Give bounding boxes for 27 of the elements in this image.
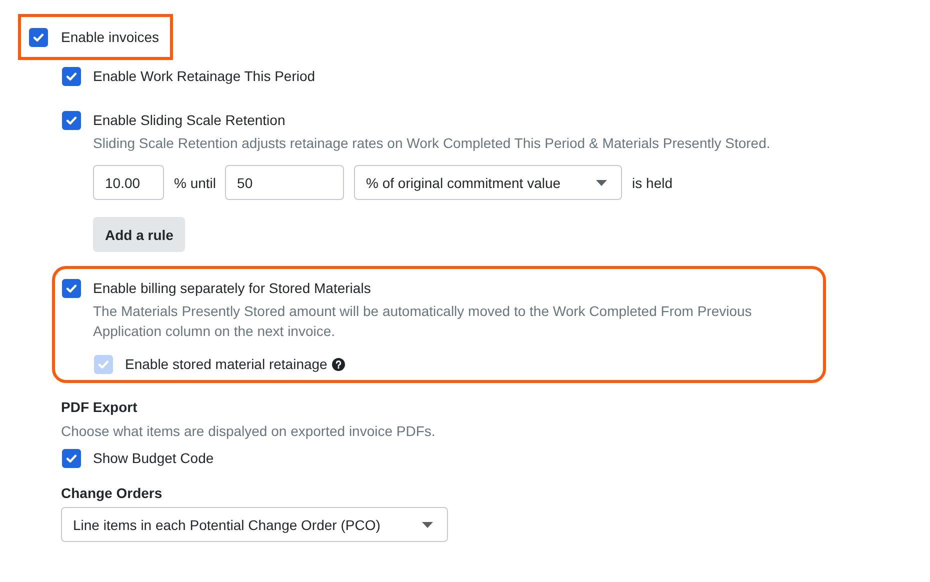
caret-icon [422,522,433,528]
percent-field[interactable]: 10.00 [93,165,164,200]
checkbox-label: Enable Sliding Scale Retention [93,111,286,130]
select-value: % of original commitment value [366,174,561,192]
checkbox[interactable] [62,278,81,298]
checkbox[interactable] [62,448,81,468]
checkbox-label: Show Budget Code [93,449,214,468]
add-rule-button[interactable]: Add a rule [93,217,186,252]
description: Choose what items are dispalyed on exported invoice PDFs. [61,422,436,441]
checkbox-label: Enable Work Retainage This Period [93,67,316,86]
checkbox-label: Enable stored material retainage [125,355,328,374]
unit-label: % until [174,174,216,192]
select-value: Line items in each Potential Change Order (PCO) [73,516,380,534]
description: The Materials Presently Stored amount will be automatically moved to the Work Completed From Previous Application column on the next invoice. [92,302,753,341]
change-orders-dropdown[interactable]: Line items in each Potential Change Order (PCO) [61,507,448,542]
checkbox[interactable] [62,66,81,86]
basis-dropdown[interactable]: % of original commitment value [354,165,622,200]
checkbox[interactable] [62,110,81,130]
unit-label: is held [632,174,672,192]
section-heading: Change Orders [61,484,164,503]
threshold-field[interactable]: 50 [225,165,344,200]
checkbox-label: Enable billing separately for Stored Materials [93,279,371,298]
description: Sliding Scale Retention adjusts retainage rates on Work Completed This Period & Materials Presently Stored. [92,134,772,153]
section-heading: PDF Export [61,398,138,417]
caret-icon [596,180,608,186]
checkbox-label: Enable invoices [61,28,160,47]
checkbox[interactable] [29,28,48,46]
